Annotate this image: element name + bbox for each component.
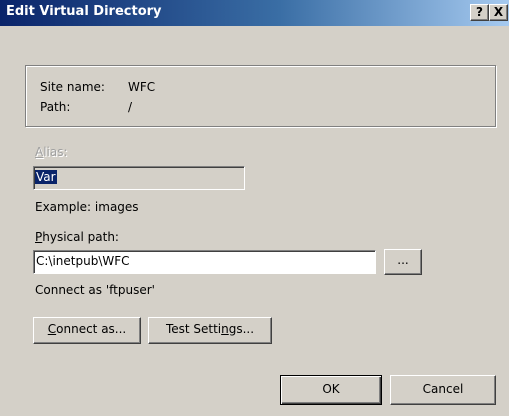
alias-label: Alias:: [35, 145, 68, 159]
physical-path-label: Physical path:: [35, 230, 119, 244]
ok-button[interactable]: OK: [280, 375, 382, 405]
physical-path-field[interactable]: C:\inetpub\WFC: [33, 250, 376, 274]
close-button[interactable]: X: [489, 4, 508, 21]
connect-as-button[interactable]: Connect as...: [33, 317, 141, 344]
path-value: /: [128, 100, 133, 114]
alias-value: Var: [35, 170, 57, 184]
title-bar[interactable]: Edit Virtual Directory ? X: [0, 0, 509, 26]
help-button[interactable]: ?: [470, 4, 489, 21]
site-name-label: Site name:: [40, 80, 105, 94]
site-info-box: Site name: WFC Path: /: [25, 65, 496, 127]
example-text: Example: images: [35, 200, 139, 214]
connect-as-status: Connect as 'ftpuser': [35, 283, 155, 297]
test-settings-button[interactable]: Test Settings...: [148, 317, 272, 344]
path-label: Path:: [40, 100, 71, 114]
site-name-value: WFC: [128, 80, 156, 94]
edit-virtual-directory-dialog: Edit Virtual Directory ? X Site name: WF…: [0, 0, 509, 416]
alias-field[interactable]: Var: [33, 166, 245, 190]
dialog-title: Edit Virtual Directory: [6, 4, 162, 19]
browse-button[interactable]: ...: [384, 249, 422, 275]
cancel-button[interactable]: Cancel: [390, 375, 496, 405]
